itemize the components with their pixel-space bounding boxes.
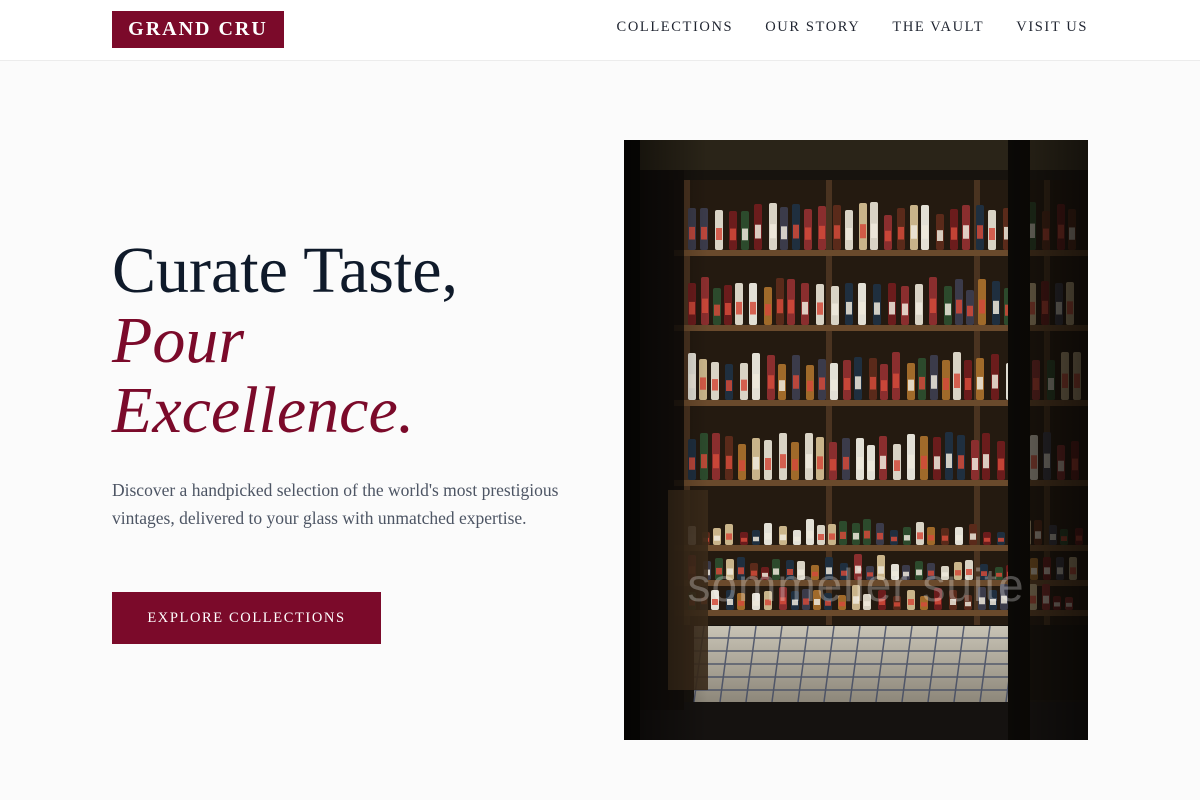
nav-link-the-vault[interactable]: THE VAULT [892,19,984,36]
main-nav: COLLECTIONS OUR STORY THE VAULT VISIT US [617,0,1088,55]
nav-link-our-story[interactable]: OUR STORY [765,19,860,36]
headline-line-2: Pour [112,304,244,377]
hero-headline: Curate Taste, Pour Excellence. [112,236,582,446]
headline-line-3: Excellence. [112,374,415,447]
headline-line-1: Curate Taste, [112,234,459,307]
logo[interactable]: GRAND CRU [112,11,284,48]
hero-description: Discover a handpicked selection of the w… [112,480,559,528]
hero-image: sommelier suite [624,140,1088,740]
hero-text: Curate Taste, Pour Excellence. Discover … [112,236,582,532]
nav-link-visit-us[interactable]: VISIT US [1016,19,1088,36]
site-header: GRAND CRU COLLECTIONS OUR STORY THE VAUL… [0,0,1200,61]
bottle-shop-photo [624,140,1088,740]
explore-collections-button[interactable]: EXPLORE COLLECTIONS [112,592,381,644]
nav-link-collections[interactable]: COLLECTIONS [617,19,734,36]
